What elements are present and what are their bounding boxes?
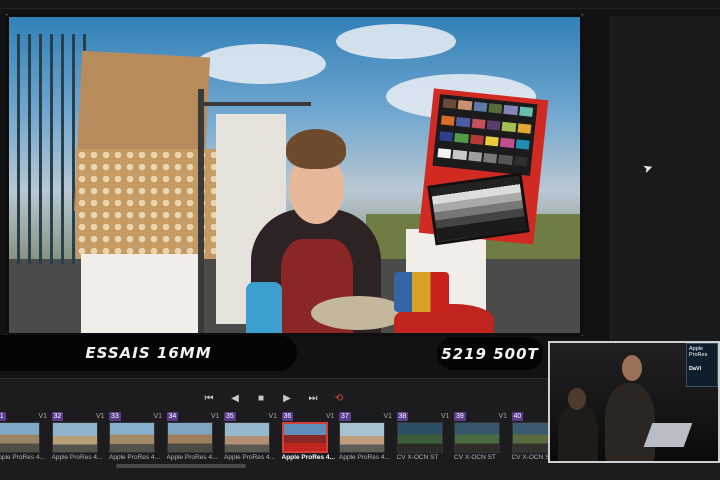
clip-thumbnail[interactable]	[281, 422, 328, 453]
timeline-clip[interactable]: 38 V1 CV X-OCN ST	[396, 411, 453, 463]
frame-border	[6, 14, 583, 336]
timeline-scrollbar[interactable]	[116, 464, 246, 468]
clip-number: 36	[281, 411, 294, 421]
clip-number: 37	[339, 411, 351, 421]
audience-head	[568, 388, 586, 410]
presentation-screen: Apple ProRes DaVi	[686, 343, 718, 387]
clip-strip: 31 V1 Apple ProRes 4... 32 V1 Apple ProRes 4.…	[0, 411, 548, 473]
timeline-clip[interactable]: 31 V1 Apple ProRes 4...	[0, 411, 50, 463]
clip-track: V1	[498, 412, 507, 420]
webcam-overlay: Apple ProRes DaVi	[548, 341, 720, 463]
stop-icon[interactable]: ■	[255, 393, 267, 404]
timeline-clip[interactable]: 35 V1 Apple ProRes 4...	[224, 411, 280, 463]
clip-number: 31	[0, 411, 6, 421]
clip-label: Apple ProRes 4...	[281, 454, 335, 461]
clip-number: 39	[454, 411, 466, 421]
viewer-top-bar	[0, 0, 720, 9]
clip-track: V1	[210, 412, 220, 420]
clip-number: 40	[511, 411, 524, 421]
play-icon[interactable]: ▶	[281, 393, 293, 404]
clip-number: 34	[166, 411, 179, 421]
clip-header: 36 V1	[281, 411, 338, 421]
clip-track: V1	[383, 412, 392, 420]
timeline-clip[interactable]: 32 V1 Apple ProRes 4...	[51, 411, 108, 463]
clip-thumbnail[interactable]	[339, 422, 385, 453]
clip-header: 35 V1	[224, 411, 280, 421]
clip-header: 40V1	[511, 411, 549, 421]
clip-header: 34 V1	[166, 411, 223, 421]
video-frame[interactable]	[6, 14, 583, 336]
timeline-clip[interactable]: 34 V1 Apple ProRes 4...	[166, 411, 223, 463]
clip-track: V1	[268, 412, 277, 420]
go-to-end-icon[interactable]: ⏭	[307, 393, 319, 404]
clip-thumbnail[interactable]	[0, 422, 40, 453]
clip-label: Apple ProRes 4...	[0, 454, 45, 461]
screen-text-2: DaVi	[689, 366, 702, 372]
clip-number: 35	[224, 411, 236, 421]
clip-track: V1	[325, 412, 335, 420]
viewer: ➤ ESSAIS 16MM 5219 500T	[0, 0, 720, 378]
clip-thumbnail[interactable]	[454, 422, 500, 453]
clip-label: Apple ProRes 4...	[224, 454, 275, 461]
clip-label: CV X-OCN ST	[396, 454, 439, 461]
clip-number: 32	[51, 411, 64, 421]
clip-number: 38	[396, 411, 409, 421]
caption-left: ESSAIS 16MM	[0, 335, 297, 371]
clip-thumbnail[interactable]	[51, 422, 98, 453]
clip-label: Apple ProRes 4...	[339, 454, 390, 461]
clip-track: V1	[440, 412, 450, 420]
inspector-panel	[610, 16, 720, 346]
clip-label: Apple ProRes 4...	[51, 454, 103, 461]
timeline-clip[interactable]: 40V1 CV X-OCN ST	[511, 411, 549, 463]
go-to-start-icon[interactable]: ⏮	[203, 393, 215, 404]
clip-thumbnail[interactable]	[511, 422, 548, 453]
clip-track: V1	[38, 412, 47, 420]
timeline-clip[interactable]: 36 V1 Apple ProRes 4...	[281, 411, 338, 463]
clip-header: 38 V1	[396, 411, 453, 421]
timeline-clip[interactable]: 37 V1 Apple ProRes 4...	[339, 411, 395, 463]
clip-label: Apple ProRes 4...	[109, 454, 160, 461]
audience-member	[558, 403, 598, 461]
caption-right: 5219 500T	[437, 337, 543, 370]
play-reverse-icon[interactable]: ◀	[229, 393, 241, 404]
clip-thumbnail[interactable]	[109, 422, 155, 453]
clip-track: V1	[95, 412, 105, 420]
screen-text: Apple ProRes	[689, 346, 708, 358]
clip-label: CV X-OCN ST	[454, 454, 496, 461]
loop-icon[interactable]: ⟲	[333, 393, 345, 404]
clip-thumbnail[interactable]	[166, 422, 213, 453]
clip-header: 32 V1	[51, 411, 108, 421]
presenter-body	[605, 383, 655, 461]
clip-label: CV X-OCN ST	[511, 454, 549, 461]
clip-number: 33	[109, 411, 121, 421]
transport-controls: ⏮ ◀ ■ ▶ ⏭ ⟲	[0, 390, 548, 406]
clip-track: V1	[153, 412, 162, 420]
clip-thumbnail[interactable]	[224, 422, 270, 453]
clip-header: 39 V1	[454, 411, 510, 421]
clip-header: 37 V1	[339, 411, 395, 421]
clip-header: 31 V1	[0, 411, 50, 421]
presenter-head	[622, 355, 642, 381]
timeline-clip[interactable]: 33 V1 Apple ProRes 4...	[109, 411, 165, 463]
clip-header: 33 V1	[109, 411, 165, 421]
clip-thumbnail[interactable]	[396, 422, 443, 453]
timeline-clip[interactable]: 39 V1 CV X-OCN ST	[454, 411, 510, 463]
clip-label: Apple ProRes 4...	[166, 454, 218, 461]
